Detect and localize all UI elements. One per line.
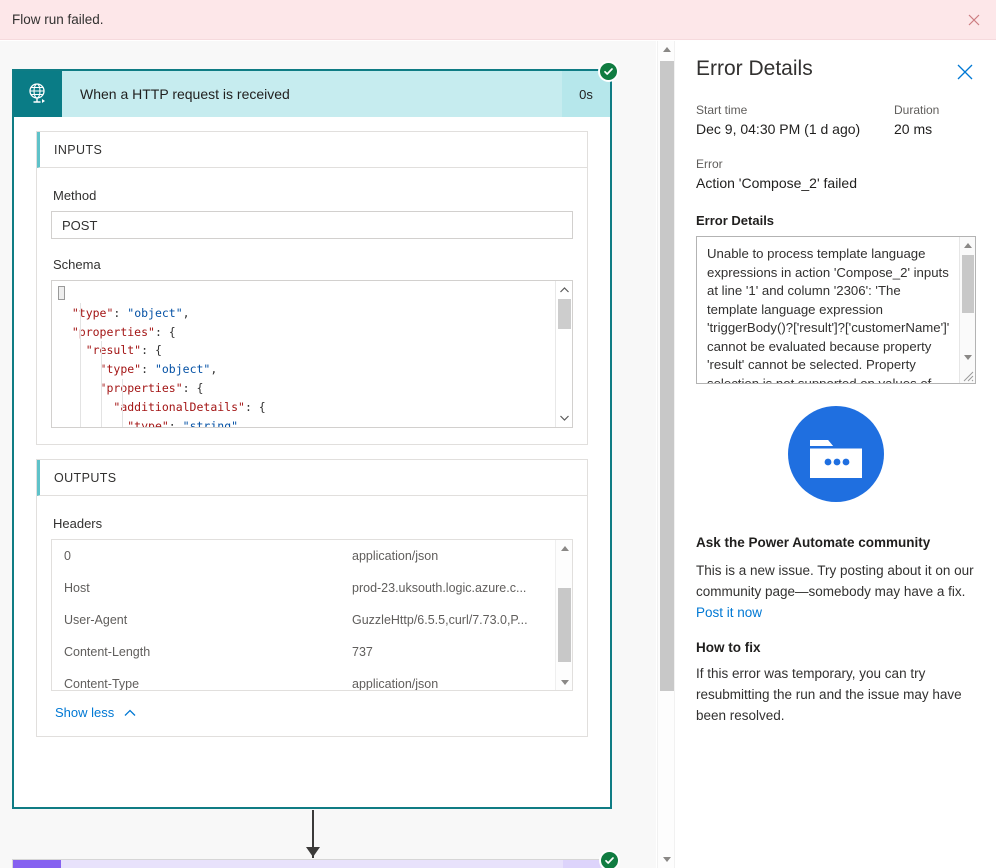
error-details-text: Unable to process template language expr… [707, 246, 950, 384]
schema-code-box[interactable]: { "type": "object", "properties": { "res… [51, 280, 573, 428]
header-value: application/json [352, 677, 439, 691]
outputs-section: OUTPUTS Headers 0 application/json Host pro… [36, 459, 588, 737]
chevron-up-icon[interactable] [559, 285, 570, 296]
community-body: This is a new issue. Try posting about i… [696, 560, 976, 623]
error-details-textarea[interactable]: Unable to process template language expr… [696, 236, 976, 384]
header-key: User-Agent [64, 613, 128, 627]
table-row: Content-Type application/json [52, 668, 572, 691]
how-to-fix-body: If this error was temporary, you can try… [696, 666, 962, 723]
inputs-section-label: INPUTS [37, 132, 587, 168]
headers-label: Headers [53, 516, 103, 531]
folder-circle-icon [788, 406, 884, 507]
http-request-globe-icon [14, 71, 62, 117]
close-icon[interactable] [964, 10, 984, 30]
compose-card[interactable]: {⊘} Compose 0s [12, 850, 620, 868]
header-key: Content-Type [64, 677, 140, 691]
table-row: User-Agent GuzzleHttp/6.5.5,curl/7.73.0,P… [52, 604, 572, 636]
flow-failed-alert-bar: Flow run failed. [0, 0, 996, 40]
duration-block: Duration 20 ms [894, 103, 976, 137]
show-less-label: Show less [55, 705, 115, 720]
method-label: Method [53, 188, 97, 203]
flow-canvas: When a HTTP request is received 0s INPUT… [0, 41, 656, 868]
scroll-up-arrow-icon[interactable] [556, 540, 572, 556]
table-row: Content-Length 737 [52, 636, 572, 668]
outputs-section-label: OUTPUTS [37, 460, 587, 496]
method-value[interactable]: POST [51, 211, 573, 239]
table-row: 0 application/json [52, 540, 572, 572]
schema-scroll-thumb[interactable] [558, 299, 571, 329]
error-label: Error [696, 157, 723, 171]
duration-label: Duration [894, 103, 940, 117]
headers-table[interactable]: 0 application/json Host prod-23.uksouth.log… [51, 539, 573, 691]
check-circle-icon [599, 850, 620, 868]
table-row: Host prod-23.uksouth.logic.azure.c... [52, 572, 572, 604]
header-value: 737 [352, 645, 373, 659]
compose-braces-icon: {⊘} [13, 860, 61, 868]
chevron-up-icon [123, 706, 137, 720]
header-value: application/json [352, 549, 439, 563]
canvas-scroll-thumb[interactable] [660, 61, 674, 691]
error-details-panel: Error Details Start time Dec 9, 04:30 PM… [676, 41, 996, 868]
community-heading: Ask the Power Automate community [696, 535, 931, 550]
schema-label: Schema [53, 257, 101, 272]
schema-code-text: { "type": "object", "properties": { "res… [58, 287, 266, 428]
run-meta-row: Start time Dec 9, 04:30 PM (1 d ago) Dur… [696, 103, 976, 137]
community-body-text: This is a new issue. Try posting about i… [696, 563, 974, 599]
trigger-card-title: When a HTTP request is received [80, 86, 290, 102]
error-value: Action 'Compose_2' failed [696, 175, 857, 191]
compose-card-header[interactable]: {⊘} Compose 0s [13, 850, 620, 868]
resize-grip-icon[interactable] [961, 369, 974, 382]
trigger-card-header[interactable]: When a HTTP request is received 0s [14, 61, 619, 117]
scroll-down-arrow-icon[interactable] [556, 674, 572, 690]
headers-scrollbar[interactable] [555, 540, 572, 690]
community-illustration [696, 406, 976, 507]
show-less-button[interactable]: Show less [51, 691, 573, 720]
duration-value: 20 ms [894, 121, 933, 137]
text-caret [58, 286, 65, 300]
trigger-card[interactable]: When a HTTP request is received 0s INPUT… [12, 61, 619, 809]
trigger-card-body: INPUTS Method POST Schema { "type": "obj… [14, 117, 610, 737]
scroll-up-arrow-icon[interactable] [658, 41, 676, 58]
error-details-scrollbar[interactable] [959, 237, 975, 383]
header-value: GuzzleHttp/6.5.5,curl/7.73.0,P... [352, 613, 528, 627]
scroll-down-arrow-icon[interactable] [960, 350, 975, 365]
header-key: 0 [64, 549, 71, 563]
header-value: prod-23.uksouth.logic.azure.c... [352, 581, 527, 595]
header-key: Content-Length [64, 645, 151, 659]
outputs-section-body: Headers 0 application/json Host prod-23.uks… [37, 496, 587, 736]
error-scroll-thumb[interactable] [962, 255, 974, 313]
scroll-down-arrow-icon[interactable] [658, 851, 676, 868]
schema-scrollbar[interactable] [555, 281, 572, 427]
post-it-now-link[interactable]: Post it now [696, 605, 762, 620]
check-circle-icon [598, 61, 619, 82]
how-to-fix-heading: How to fix [696, 640, 761, 655]
inputs-section: INPUTS Method POST Schema { "type": "obj… [36, 131, 588, 445]
canvas-scrollbar[interactable] [657, 41, 675, 868]
chevron-down-icon[interactable] [559, 412, 570, 423]
start-time-label: Start time [696, 103, 748, 117]
alert-message: Flow run failed. [12, 12, 104, 27]
error-details-label: Error Details [696, 213, 775, 228]
arrow-down-icon [306, 847, 320, 857]
header-key: Host [64, 581, 90, 595]
scroll-up-arrow-icon[interactable] [960, 238, 975, 253]
headers-scroll-thumb[interactable] [558, 588, 571, 662]
close-icon[interactable] [954, 61, 976, 83]
inputs-section-body: Method POST Schema { "type": "object", "… [37, 168, 587, 444]
panel-header: Error Details [696, 41, 976, 83]
start-time-block: Start time Dec 9, 04:30 PM (1 d ago) [696, 103, 894, 137]
page-title: Error Details [696, 57, 813, 80]
start-time-value: Dec 9, 04:30 PM (1 d ago) [696, 121, 861, 137]
